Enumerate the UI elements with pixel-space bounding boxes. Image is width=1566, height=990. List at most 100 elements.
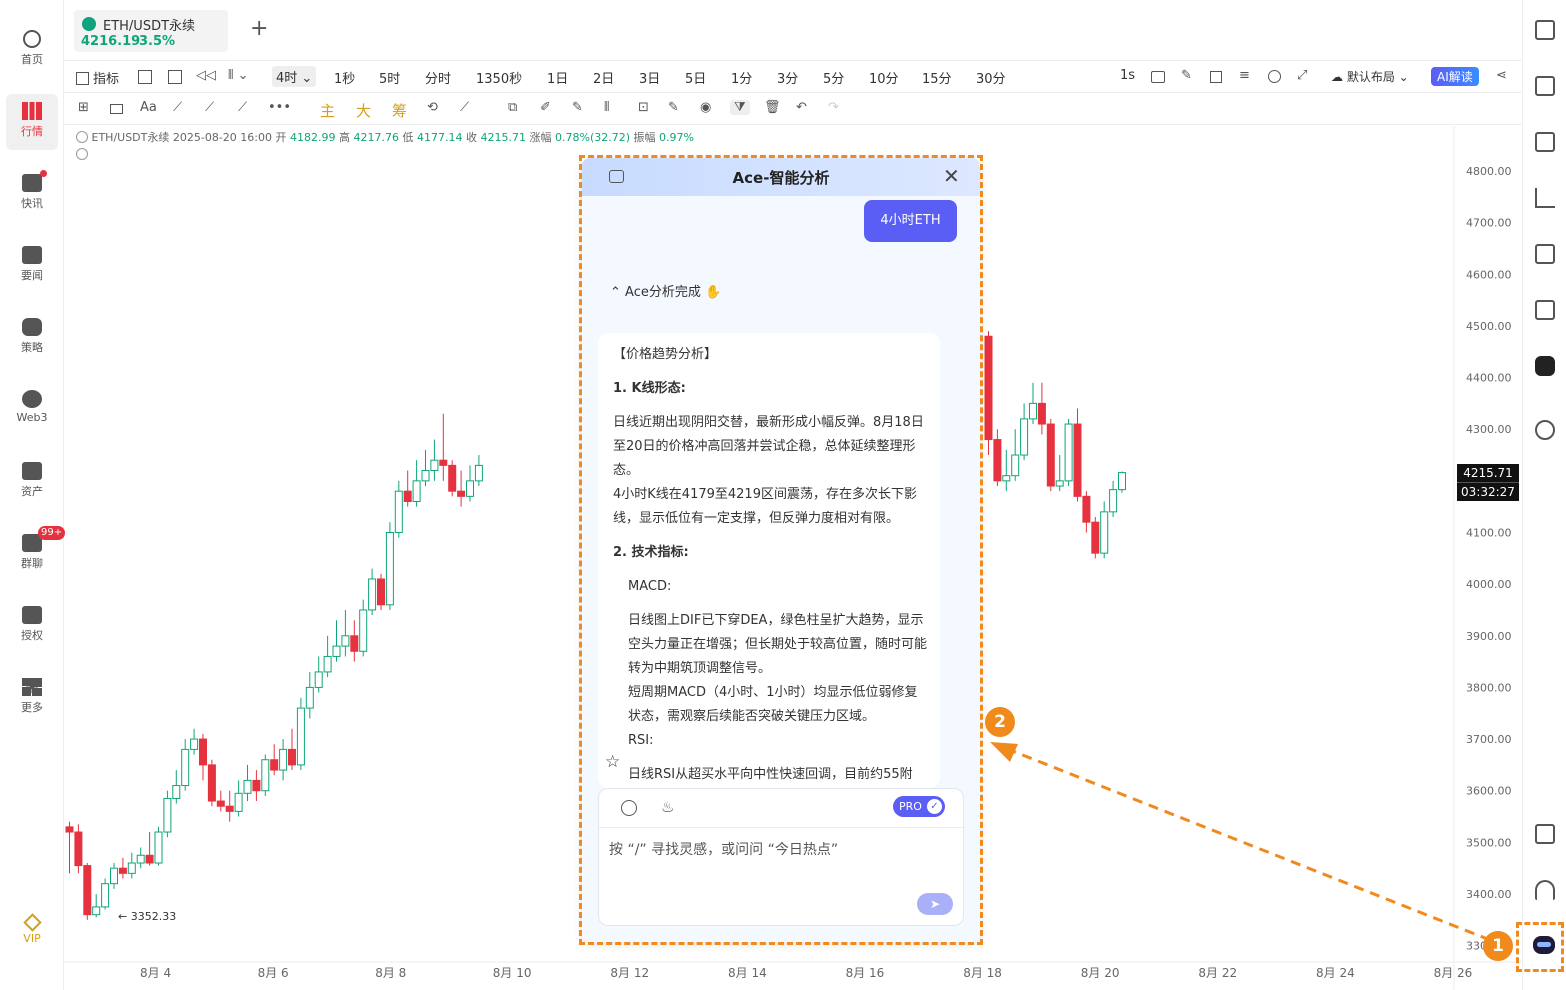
interval-1350s[interactable]: 1350秒 (476, 68, 522, 87)
notes-icon[interactable] (1535, 76, 1555, 96)
layout-dropdown[interactable]: ☁ 默认布局 ⌄ (1331, 68, 1409, 85)
nav-web3[interactable]: Web3 (6, 382, 58, 438)
copy-icon[interactable]: ⧉ (508, 100, 517, 115)
candle-body (172, 785, 181, 799)
interval-1m[interactable]: 1分 (731, 68, 752, 87)
filter-icon[interactable]: ⧩ (730, 100, 750, 115)
candle-body (190, 738, 199, 750)
candle-body (323, 655, 332, 673)
annotation-badge-1: 1 (1483, 931, 1513, 961)
candle-body (243, 779, 252, 794)
flash-news-icon (22, 174, 42, 192)
y-tick-label: 4000.00 (1466, 578, 1512, 591)
trash-icon[interactable]: 🗑 (764, 100, 781, 115)
cloud-icon: ☁ (1331, 70, 1343, 84)
nav-flash[interactable]: 快讯 (6, 166, 58, 222)
nav-chat[interactable]: 群聊 99+ (6, 526, 66, 582)
robot-icon[interactable] (1535, 356, 1555, 376)
more-tools[interactable]: ••• (268, 100, 291, 115)
candle-body (83, 865, 92, 916)
pencil-icon[interactable]: ✎ (1181, 68, 1192, 83)
interval-2d[interactable]: 2日 (593, 68, 614, 87)
chip-toggle[interactable]: 筹 (392, 100, 407, 121)
camera-icon[interactable] (1151, 71, 1165, 83)
interval-selected[interactable]: 4时 ⌄ (272, 66, 317, 87)
candle-body (403, 490, 412, 503)
dollar-doc-icon[interactable] (1535, 132, 1555, 152)
undo-icon[interactable]: ↶ (796, 100, 807, 115)
big-order-toggle[interactable]: 大 (356, 100, 371, 121)
growth-chart-icon[interactable] (1535, 188, 1555, 208)
line-icon[interactable]: ⟋ (173, 100, 182, 115)
rewind-icon[interactable]: ◁◁ (196, 68, 216, 83)
list-icon[interactable]: ≡ (1239, 68, 1250, 83)
rectangle-icon[interactable] (110, 104, 123, 114)
calendar-icon[interactable] (138, 70, 152, 84)
interval-3d[interactable]: 3日 (639, 68, 660, 87)
home-icon (23, 30, 41, 48)
add-tab-button[interactable]: + (250, 16, 268, 41)
diamond-icon (22, 913, 42, 932)
interval-5d[interactable]: 5日 (685, 68, 706, 87)
headset-icon[interactable] (1535, 880, 1555, 900)
measure-icon[interactable]: ⟋ (460, 100, 469, 115)
magnet-icon[interactable]: ⫴ (604, 100, 609, 115)
edit-icon[interactable]: ✎ (668, 100, 679, 115)
text-tool[interactable]: Aa (140, 100, 157, 115)
interval-5m[interactable]: 5分 (823, 68, 844, 87)
layout-panel-icon[interactable] (1535, 824, 1555, 844)
interval-30m[interactable]: 30分 (976, 68, 1006, 87)
swap-icon[interactable] (1535, 420, 1555, 440)
nav-auth[interactable]: 授权 (6, 598, 58, 654)
countdown-label: 03:32:27 (1457, 482, 1519, 501)
crop-icon[interactable] (1210, 71, 1222, 83)
candle-body (127, 862, 136, 874)
interval-10m[interactable]: 10分 (869, 68, 899, 87)
interval-3m[interactable]: 3分 (777, 68, 798, 87)
interval-timeshare[interactable]: 分时 (425, 68, 451, 87)
nav-news[interactable]: 要闻 (6, 238, 58, 294)
fullscreen-icon[interactable]: ⤢ (1297, 68, 1307, 83)
refresh-icon[interactable]: ⟲ (427, 100, 438, 115)
etf-icon[interactable] (1535, 300, 1555, 320)
last-price-tag: 4215.71 03:32:27 (1457, 464, 1519, 501)
interval-15m[interactable]: 15分 (922, 68, 952, 87)
layout-split-icon[interactable] (168, 70, 182, 84)
interval-1s[interactable]: 1秒 (334, 68, 355, 87)
candle-body (145, 854, 154, 864)
ray-icon[interactable]: ⟋ (205, 100, 214, 115)
interval-5h[interactable]: 5时 (379, 68, 400, 87)
indicators-button[interactable]: 指标 (76, 68, 119, 87)
candle-type-icon[interactable]: ⫴ ⌄ (228, 68, 249, 83)
settings-icon[interactable] (1268, 70, 1281, 83)
interval-1d[interactable]: 1日 (547, 68, 568, 87)
main-indicator-toggle[interactable]: 主 (320, 100, 335, 121)
symbol-tab[interactable]: ETH/USDT永续 4216.19 3.5% (74, 10, 228, 52)
menu-list-icon[interactable] (1535, 20, 1555, 40)
y-tick-label: 3900.00 (1466, 630, 1512, 643)
y-tick-label: 4600.00 (1466, 268, 1512, 281)
eye-icon[interactable]: ◉ (700, 100, 711, 115)
share-icon[interactable]: ⋖ (1496, 68, 1507, 83)
lock-icon[interactable]: ⊡ (638, 100, 649, 115)
panel-highlight-box (579, 155, 983, 945)
y-tick-label: 4400.00 (1466, 372, 1512, 385)
trend-line-icon[interactable]: ⟋ (238, 100, 247, 115)
candle-body (74, 831, 83, 867)
monitor-icon[interactable] (1535, 244, 1555, 264)
speed-button[interactable]: 1s (1120, 68, 1135, 83)
ai-explain-button[interactable]: AI解读 (1431, 67, 1479, 86)
nav-strategy[interactable]: 策略 (6, 310, 58, 366)
y-tick-label: 4300.00 (1466, 423, 1512, 436)
highlighter-icon[interactable]: ✎ (572, 100, 583, 115)
nav-more[interactable]: 更多 (6, 670, 58, 726)
brush-icon[interactable]: ✐ (540, 100, 551, 115)
nav-assets[interactable]: 资产 (6, 454, 58, 510)
nav-vip[interactable]: VIP (6, 906, 58, 962)
x-tick-label: 8月 10 (493, 966, 532, 980)
redo-icon[interactable]: ↷ (828, 100, 839, 115)
nav-market[interactable]: 行情 (6, 94, 58, 150)
candle-body (1109, 489, 1118, 513)
crosshair-icon[interactable]: ⊞ (78, 100, 89, 115)
nav-home[interactable]: 首页 (6, 22, 58, 78)
